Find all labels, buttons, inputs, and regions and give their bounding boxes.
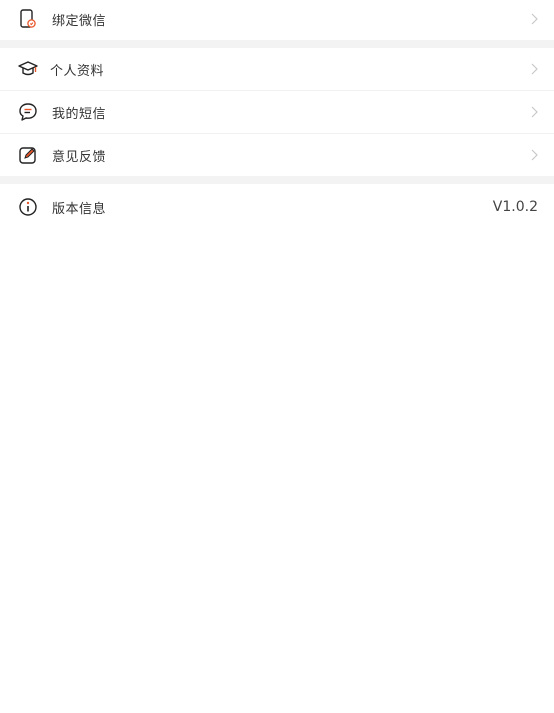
version-value: V1.0.2	[492, 199, 538, 215]
chevron-right-icon	[528, 13, 540, 25]
menu-item-label: 版本信息	[52, 201, 107, 217]
edit-icon	[18, 145, 38, 165]
menu-item-label: 意见反馈	[52, 149, 107, 165]
section-separator	[0, 176, 554, 184]
menu-item-my-messages[interactable]: 我的短信	[0, 91, 554, 133]
menu-item-profile[interactable]: 个人资料	[0, 48, 554, 90]
section-separator	[0, 40, 554, 48]
menu-item-version[interactable]: 版本信息 V1.0.2	[0, 184, 554, 230]
menu-item-label: 我的短信	[52, 106, 107, 122]
menu-item-feedback[interactable]: 意见反馈	[0, 134, 554, 176]
menu-item-label: 个人资料	[50, 63, 105, 79]
menu-item-bind-wechat[interactable]: 绑定微信	[0, 0, 554, 40]
info-icon	[18, 197, 38, 217]
chevron-right-icon	[528, 149, 540, 161]
chat-bubble-icon	[18, 102, 38, 122]
chevron-right-icon	[528, 106, 540, 118]
chevron-right-icon	[528, 63, 540, 75]
settings-page: 绑定微信 个人资料 我的短信 意见反馈 版本信息 V1.0.2	[0, 0, 554, 711]
graduation-cap-icon	[18, 59, 38, 79]
menu-item-label: 绑定微信	[52, 13, 107, 29]
phone-bind-icon	[18, 9, 38, 29]
